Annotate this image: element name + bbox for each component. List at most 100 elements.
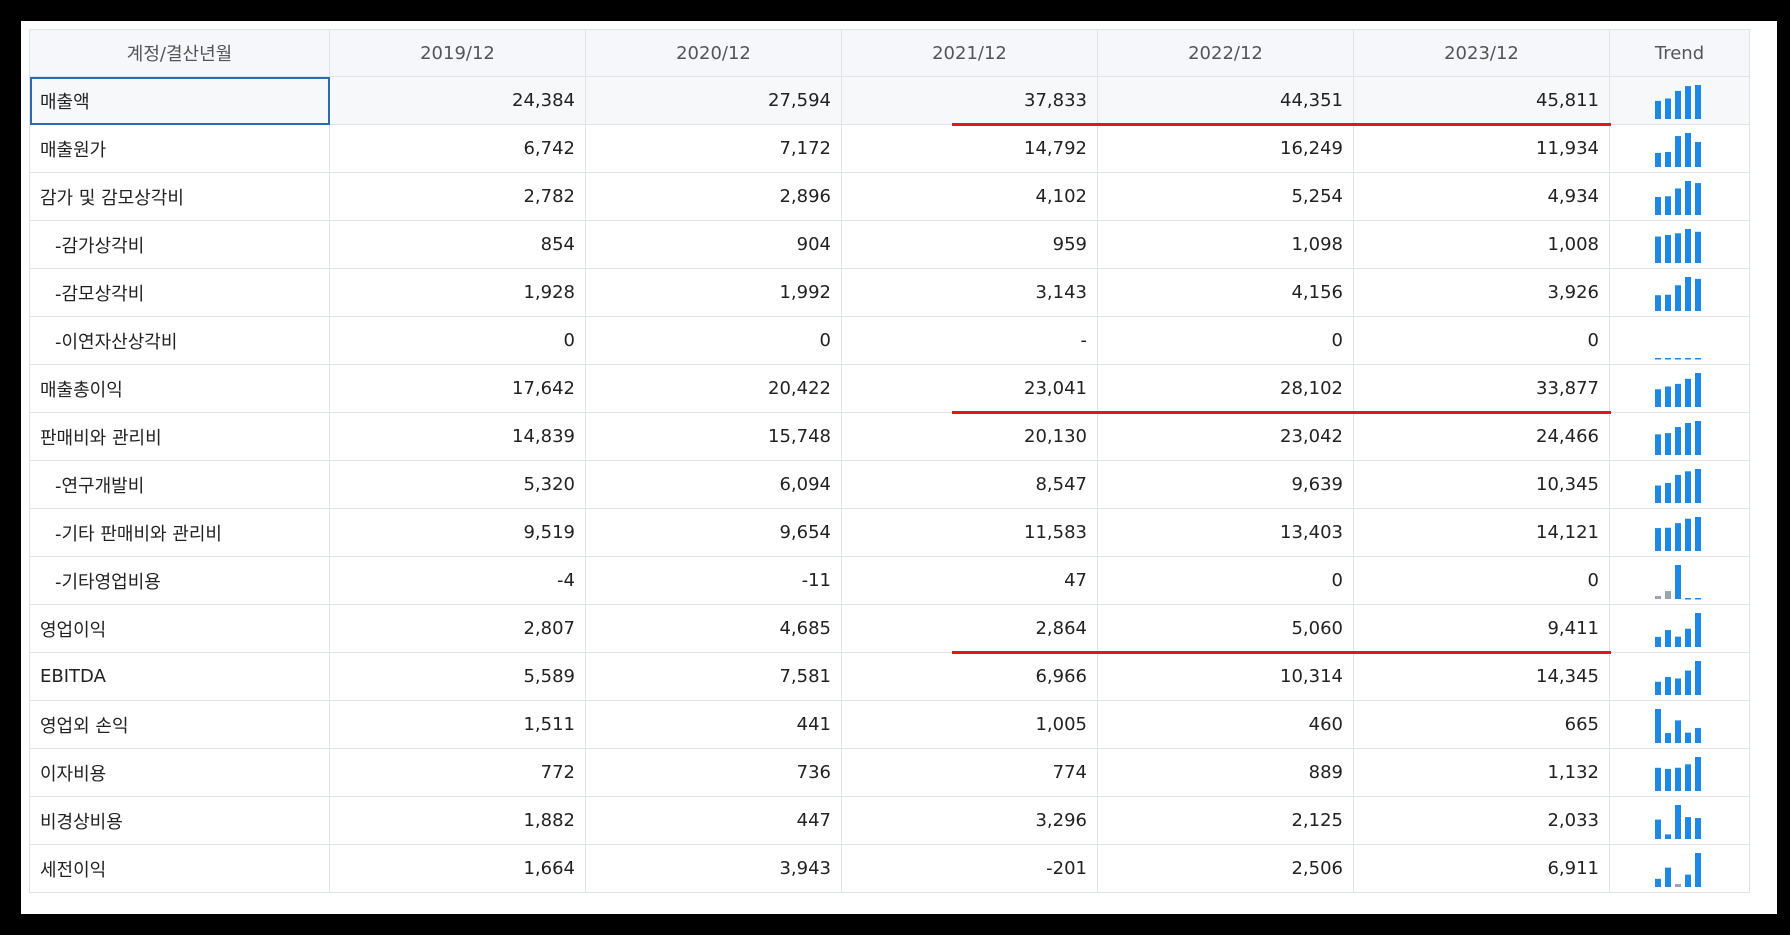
table-row[interactable]: 매출총이익 17,642 20,422 23,041 28,102 33,877: [29, 364, 1750, 413]
table-row[interactable]: -이연자산상각비 0 0-0 0: [29, 316, 1750, 365]
value-cell: 0: [585, 316, 842, 365]
value-cell: 14,121: [1353, 508, 1610, 557]
trend-sparkline: [1654, 516, 1701, 551]
value-cell: 24,466: [1353, 412, 1610, 461]
table-row[interactable]: -기타 판매비와 관리비 9,519 9,654 11,583 13,403 14,121: [29, 508, 1750, 557]
row-label[interactable]: 판매비와 관리비: [29, 412, 330, 461]
table-row[interactable]: EBITDA 5,589 7,581 6,966 10,314 14,345: [29, 652, 1750, 701]
row-label[interactable]: -연구개발비: [29, 460, 330, 509]
trend-bar: [1694, 756, 1701, 791]
table-row[interactable]: 매출액 24,384 27,594 37,833 44,351 45,811: [29, 76, 1750, 125]
row-label[interactable]: 세전이익: [29, 844, 330, 893]
trend-bar-zero: [1664, 357, 1671, 359]
trend-bar: [1684, 470, 1691, 503]
table-row[interactable]: -기타영업비용 -4 -11 47 0 0: [29, 556, 1750, 605]
row-label[interactable]: EBITDA: [29, 652, 330, 701]
trend-bar: [1664, 482, 1671, 503]
trend-bar-zero: [1694, 357, 1701, 359]
column-header-year[interactable]: 2021/12: [841, 29, 1098, 77]
column-header-account[interactable]: 계정/결산년월: [29, 29, 330, 77]
value-cell: 4,102: [841, 172, 1098, 221]
trend-cell: [1609, 220, 1750, 269]
trend-bar: [1664, 676, 1671, 695]
value-cell: 665: [1353, 700, 1610, 749]
column-header-year[interactable]: 2020/12: [585, 29, 842, 77]
table-row[interactable]: 판매비와 관리비 14,839 15,748 20,130 23,042 24,466: [29, 412, 1750, 461]
row-label[interactable]: 영업외 손익: [29, 700, 330, 749]
table-row[interactable]: 영업이익 2,807 4,685 2,864 5,060 9,411: [29, 604, 1750, 653]
trend-sparkline: [1654, 84, 1701, 119]
column-header-year[interactable]: 2023/12: [1353, 29, 1610, 77]
trend-bar: [1654, 196, 1661, 215]
value-cell: 14,345: [1353, 652, 1610, 701]
table-row[interactable]: 비경상비용 1,882 447 3,296 2,125 2,033: [29, 796, 1750, 845]
trend-bar: [1664, 833, 1671, 839]
trend-bar: [1674, 767, 1681, 791]
trend-bar: [1674, 90, 1681, 119]
value-cell: 20,130: [841, 412, 1098, 461]
table-row[interactable]: -연구개발비 5,320 6,094 8,547 9,639 10,345: [29, 460, 1750, 509]
table-row[interactable]: -감가상각비 854 904 959 1,098 1,008: [29, 220, 1750, 269]
trend-sparkline: [1654, 804, 1701, 839]
value-cell: 4,934: [1353, 172, 1610, 221]
trend-sparkline: [1654, 660, 1701, 695]
trend-bar: [1674, 232, 1681, 263]
trend-cell: [1609, 844, 1750, 893]
trend-bar: [1684, 276, 1691, 311]
trend-bar: [1664, 629, 1671, 647]
row-label[interactable]: 비경상비용: [29, 796, 330, 845]
table-row[interactable]: 매출원가 6,742 7,172 14,792 16,249 11,934: [29, 124, 1750, 173]
screenshot-frame: 계정/결산년월 2019/12 2020/12 2021/12 2022/12 …: [0, 0, 1790, 935]
value-cell: 9,519: [329, 508, 586, 557]
column-header-year[interactable]: 2019/12: [329, 29, 586, 77]
table-row[interactable]: 이자비용 772 736 774 889 1,132: [29, 748, 1750, 797]
trend-bar: [1694, 612, 1701, 647]
row-label[interactable]: 매출원가: [29, 124, 330, 173]
row-label[interactable]: 감가 및 감모상각비: [29, 172, 330, 221]
trend-bar: [1654, 681, 1661, 695]
trend-bar: [1654, 636, 1661, 647]
row-label[interactable]: 매출액: [29, 76, 330, 125]
value-cell: 736: [585, 748, 842, 797]
row-label[interactable]: 이자비용: [29, 748, 330, 797]
trend-bar: [1654, 767, 1661, 791]
row-label[interactable]: -이연자산상각비: [29, 316, 330, 365]
column-header-trend[interactable]: Trend: [1609, 29, 1750, 77]
trend-sparkline: [1654, 276, 1701, 311]
table-row[interactable]: 영업외 손익 1,511 441 1,005 460 665: [29, 700, 1750, 749]
trend-bar: [1694, 727, 1701, 743]
trend-bar: [1654, 388, 1661, 407]
trend-bar: [1694, 660, 1701, 695]
value-cell: 0: [1097, 316, 1354, 365]
value-cell: 27,594: [585, 76, 842, 125]
value-cell: 3,143: [841, 268, 1098, 317]
financial-table-panel: 계정/결산년월 2019/12 2020/12 2021/12 2022/12 …: [21, 21, 1777, 914]
highlight-underline: [951, 650, 1612, 654]
row-label[interactable]: -감가상각비: [29, 220, 330, 269]
trend-bar: [1654, 294, 1661, 311]
value-cell: 854: [329, 220, 586, 269]
row-label[interactable]: 매출총이익: [29, 364, 330, 413]
row-label[interactable]: 영업이익: [29, 604, 330, 653]
value-cell: 2,506: [1097, 844, 1354, 893]
table-row[interactable]: 감가 및 감모상각비 2,782 2,896 4,102 5,254 4,934: [29, 172, 1750, 221]
row-label[interactable]: -기타영업비용: [29, 556, 330, 605]
value-cell: 13,403: [1097, 508, 1354, 557]
value-cell: 17,642: [329, 364, 586, 413]
table-row[interactable]: 세전이익 1,664 3,943 -201 2,506 6,911: [29, 844, 1750, 893]
column-header-year[interactable]: 2022/12: [1097, 29, 1354, 77]
value-cell: 33,877: [1353, 364, 1610, 413]
row-label[interactable]: -감모상각비: [29, 268, 330, 317]
trend-bar: [1694, 372, 1701, 407]
trend-bar: [1674, 564, 1681, 599]
trend-bar: [1674, 383, 1681, 407]
value-cell: 1,992: [585, 268, 842, 317]
table-row[interactable]: -감모상각비 1,928 1,992 3,143 4,156 3,926: [29, 268, 1750, 317]
trend-sparkline: [1654, 372, 1701, 407]
trend-sparkline: [1654, 708, 1701, 743]
trend-bar: [1664, 432, 1671, 455]
value-cell: 11,583: [841, 508, 1098, 557]
trend-bar: [1674, 187, 1681, 215]
row-label[interactable]: -기타 판매비와 관리비: [29, 508, 330, 557]
trend-bar: [1694, 420, 1701, 455]
